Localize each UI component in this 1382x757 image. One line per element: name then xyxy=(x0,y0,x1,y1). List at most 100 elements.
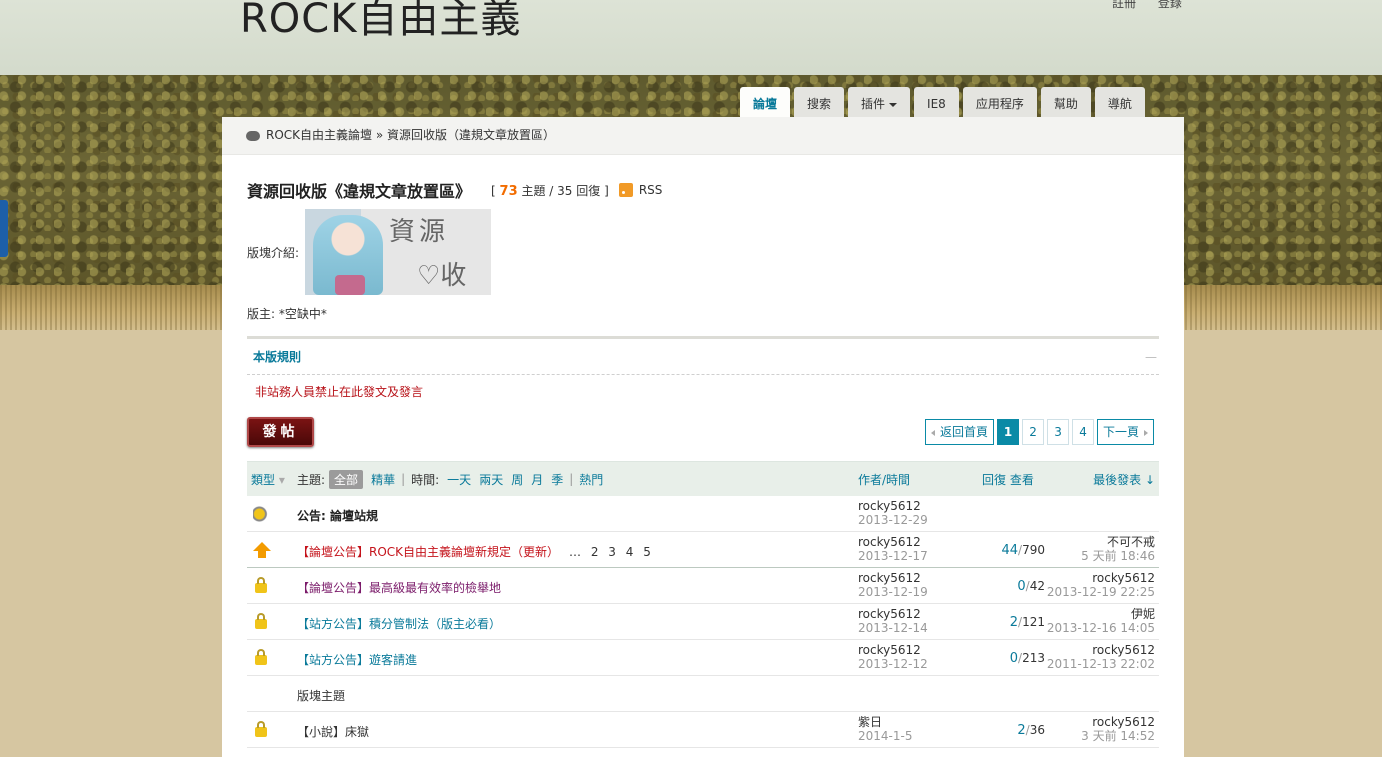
header-background xyxy=(0,0,1382,78)
reply-view-count: 2/121 xyxy=(967,615,1045,630)
last-poster[interactable]: rocky5612 xyxy=(1047,571,1155,585)
author-name[interactable]: rocky5612 xyxy=(858,571,928,585)
counts-close-bracket: ] xyxy=(604,183,609,198)
last-post-time[interactable]: 3 天前 14:52 xyxy=(1081,729,1155,743)
home-icon[interactable] xyxy=(246,130,260,141)
arrow-right-icon xyxy=(1144,429,1149,436)
last-poster[interactable]: 伊妮 xyxy=(1047,607,1155,621)
reply-count[interactable]: 0 xyxy=(1010,651,1018,666)
rules-header[interactable]: 本版規則 — xyxy=(247,339,1159,375)
new-post-button[interactable]: 發帖 xyxy=(247,417,314,447)
thread-list: 類型 ▾ 主題: 全部 精華 | 時間: 一天 兩天 周 月 季 | 熱門 作者… xyxy=(247,461,1159,748)
thread-title[interactable]: 【小說】床獄 xyxy=(297,723,369,740)
last-post-header[interactable]: 最後發表 ↓ xyxy=(1093,471,1155,488)
author-name[interactable]: rocky5612 xyxy=(858,643,928,657)
thread-title[interactable]: 【站方公告】積分管制法（版主必看） xyxy=(297,615,501,632)
nav-tab-ie8[interactable]: IE8 xyxy=(914,87,959,117)
filter-day[interactable]: 一天 xyxy=(447,471,471,488)
thread-filters: 主題: 全部 精華 | 時間: 一天 兩天 周 月 季 | 熱門 xyxy=(297,469,603,489)
filter-week[interactable]: 周 xyxy=(511,471,523,488)
breadcrumb-current[interactable]: 資源回收版（違規文章放置區） xyxy=(387,128,555,142)
lock-icon xyxy=(255,649,267,665)
last-post-time[interactable]: 2013-12-19 22:25 xyxy=(1047,585,1155,599)
reply-view-count: 2/36 xyxy=(967,723,1045,738)
filter-digest[interactable]: 精華 xyxy=(371,471,395,488)
thread-author: rocky5612 2013-12-29 xyxy=(858,499,928,527)
thread-title[interactable]: 【站方公告】遊客請進 xyxy=(297,651,417,668)
table-row: 【站方公告】積分管制法（版主必看） rocky5612 2013-12-14 2… xyxy=(247,604,1159,640)
nav-tab-apps[interactable]: 应用程序 xyxy=(962,87,1037,117)
nav-tab-search[interactable]: 搜索 xyxy=(794,87,845,117)
author-name[interactable]: rocky5612 xyxy=(858,607,928,621)
post-date: 2013-12-14 xyxy=(858,621,928,635)
forum-title[interactable]: 資源回收版《違規文章放置區》 xyxy=(247,178,471,202)
author-name[interactable]: 紫日 xyxy=(858,715,912,729)
nav-tab-help[interactable]: 幫助 xyxy=(1040,87,1091,117)
chevron-down-icon: ▾ xyxy=(278,472,285,487)
next-page-button[interactable]: 下一頁 xyxy=(1097,419,1155,445)
table-row: 【站方公告】遊客請進 rocky5612 2013-12-12 0/213 ro… xyxy=(247,640,1159,676)
last-post: rocky5612 2013-12-19 22:25 xyxy=(1047,571,1155,599)
filter-two-days[interactable]: 兩天 xyxy=(479,471,503,488)
author-name[interactable]: rocky5612 xyxy=(858,535,928,549)
page-1[interactable]: 1 xyxy=(997,419,1020,445)
rss-link[interactable]: RSS xyxy=(618,183,662,197)
site-logo[interactable]: ROCK自由主義 xyxy=(240,0,521,44)
forum-rules: 本版規則 — 非站務人員禁止在此發文及發言 xyxy=(247,336,1159,408)
breadcrumb-home[interactable]: ROCK自由主義論壇 xyxy=(266,128,372,142)
last-post: rocky5612 2011-12-13 22:02 xyxy=(1047,643,1155,671)
reply-view-count: 0/42 xyxy=(967,579,1045,594)
reply-count[interactable]: 2 xyxy=(1017,723,1025,738)
intro-label: 版塊介紹: xyxy=(247,245,300,260)
post-date: 2013-12-19 xyxy=(858,585,928,599)
banner-text-2: ♡收 xyxy=(417,261,467,291)
register-link[interactable]: 註冊 xyxy=(1112,0,1136,10)
author-time-header[interactable]: 作者/時間 xyxy=(858,471,910,488)
last-post-time[interactable]: 5 天前 18:46 xyxy=(1081,549,1155,563)
last-post-time[interactable]: 2011-12-13 22:02 xyxy=(1047,657,1155,671)
table-row: 【論壇公告】ROCK自由主義論壇新規定（更新） … 2 3 4 5 rocky56… xyxy=(247,532,1159,568)
thread-pages[interactable]: … 2 3 4 5 xyxy=(569,545,651,559)
thread-title[interactable]: 公告: 論壇站規 xyxy=(297,507,378,524)
replies-views-header[interactable]: 回復 查看 xyxy=(982,471,1034,488)
author-name[interactable]: rocky5612 xyxy=(858,499,928,513)
thread-title[interactable]: 【論壇公告】ROCK自由主義論壇新規定（更新） xyxy=(297,545,559,559)
thread-title[interactable]: 【論壇公告】最高級最有效率的檢舉地 xyxy=(297,579,501,596)
last-post-time[interactable]: 2013-12-16 14:05 xyxy=(1047,621,1155,635)
nav-tab-navigation[interactable]: 導航 xyxy=(1094,87,1145,117)
filter-hot[interactable]: 熱門 xyxy=(579,471,603,488)
reply-count[interactable]: 2 xyxy=(1010,615,1018,630)
reply-count[interactable]: 44 xyxy=(1002,543,1019,558)
page-4[interactable]: 4 xyxy=(1072,419,1095,445)
filter-all[interactable]: 全部 xyxy=(329,469,364,489)
nav-tab-forum[interactable]: 論壇 xyxy=(740,87,791,117)
login-link[interactable]: 登錄 xyxy=(1158,0,1182,10)
filter-season[interactable]: 季 xyxy=(551,471,563,488)
collapse-icon[interactable]: — xyxy=(1145,339,1157,375)
view-count: 36 xyxy=(1029,723,1045,737)
filter-divider: | xyxy=(569,472,574,486)
forum-counts: [ 73 主題 / 35 回復 ] xyxy=(491,182,609,199)
page-2[interactable]: 2 xyxy=(1022,419,1045,445)
nav-tab-plugins[interactable]: 插件 xyxy=(848,87,911,117)
view-count: 790 xyxy=(1022,543,1045,557)
table-row: 公告: 論壇站規 rocky5612 2013-12-29 xyxy=(247,496,1159,532)
pagination: 返回首頁 1 2 3 4 下一頁 xyxy=(925,419,1155,445)
main-content: ROCK自由主義論壇 » 資源回收版（違規文章放置區） 資源回收版《違規文章放置… xyxy=(222,117,1184,757)
thread-list-header: 類型 ▾ 主題: 全部 精華 | 時間: 一天 兩天 周 月 季 | 熱門 作者… xyxy=(247,461,1159,496)
side-float-tab[interactable] xyxy=(0,200,8,257)
page-3[interactable]: 3 xyxy=(1047,419,1070,445)
last-poster[interactable]: rocky5612 xyxy=(1081,715,1155,729)
thread-author: 紫日 2014-1-5 xyxy=(858,715,912,743)
lock-icon xyxy=(255,613,267,629)
moderator-info: 版主: *空缺中* xyxy=(247,307,327,321)
filter-month[interactable]: 月 xyxy=(531,471,543,488)
post-date: 2013-12-17 xyxy=(858,549,928,563)
chevron-down-icon xyxy=(889,102,898,107)
view-count: 42 xyxy=(1029,579,1045,593)
reply-count[interactable]: 0 xyxy=(1017,579,1025,594)
type-filter[interactable]: 類型 ▾ xyxy=(251,471,285,488)
last-poster[interactable]: rocky5612 xyxy=(1047,643,1155,657)
last-poster[interactable]: 不可不戒 xyxy=(1081,535,1155,549)
back-home-button[interactable]: 返回首頁 xyxy=(925,419,995,445)
